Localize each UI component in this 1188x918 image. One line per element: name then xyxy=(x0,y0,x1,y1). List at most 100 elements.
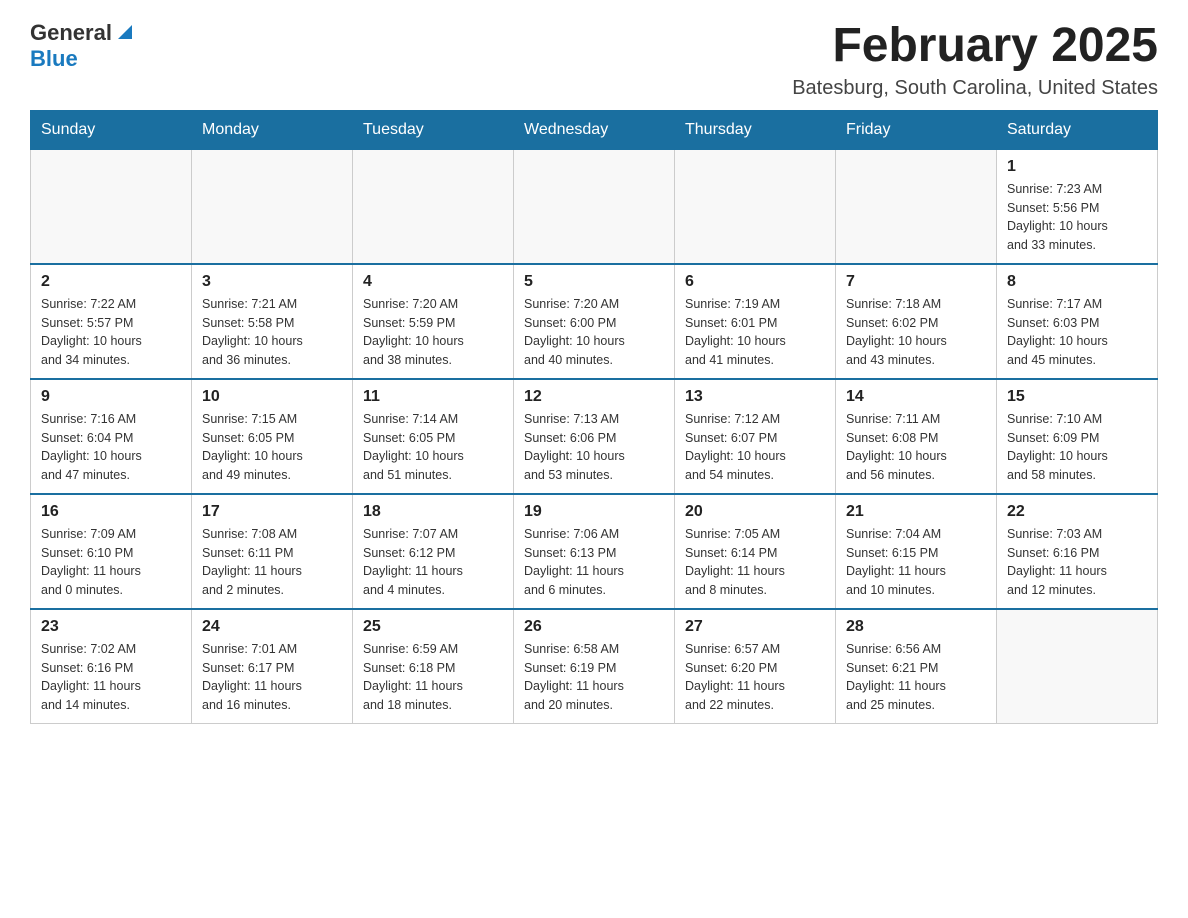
day-info: Sunrise: 7:22 AM Sunset: 5:57 PM Dayligh… xyxy=(41,295,181,370)
day-info: Sunrise: 6:58 AM Sunset: 6:19 PM Dayligh… xyxy=(524,640,664,715)
day-info: Sunrise: 7:09 AM Sunset: 6:10 PM Dayligh… xyxy=(41,525,181,600)
day-info: Sunrise: 7:07 AM Sunset: 6:12 PM Dayligh… xyxy=(363,525,503,600)
calendar-header-friday: Friday xyxy=(836,110,997,149)
day-info: Sunrise: 7:18 AM Sunset: 6:02 PM Dayligh… xyxy=(846,295,986,370)
day-info: Sunrise: 7:06 AM Sunset: 6:13 PM Dayligh… xyxy=(524,525,664,600)
day-number: 24 xyxy=(202,618,342,636)
calendar-header-sunday: Sunday xyxy=(31,110,192,149)
day-number: 4 xyxy=(363,273,503,291)
day-number: 27 xyxy=(685,618,825,636)
day-number: 25 xyxy=(363,618,503,636)
calendar-cell xyxy=(192,149,353,264)
calendar-header-tuesday: Tuesday xyxy=(353,110,514,149)
day-info: Sunrise: 7:23 AM Sunset: 5:56 PM Dayligh… xyxy=(1007,180,1147,255)
calendar-week-4: 16 Sunrise: 7:09 AM Sunset: 6:10 PM Dayli… xyxy=(31,494,1158,609)
day-number: 15 xyxy=(1007,388,1147,406)
day-number: 13 xyxy=(685,388,825,406)
calendar-cell xyxy=(836,149,997,264)
day-number: 28 xyxy=(846,618,986,636)
day-number: 18 xyxy=(363,503,503,521)
calendar-week-5: 23Sunrise: 7:02 AM Sunset: 6:16 PM Dayli… xyxy=(31,609,1158,724)
calendar-cell: 3Sunrise: 7:21 AM Sunset: 5:58 PM Daylig… xyxy=(192,264,353,379)
calendar-week-2: 2 Sunrise: 7:22 AM Sunset: 5:57 PM Daylig… xyxy=(31,264,1158,379)
day-info: Sunrise: 6:56 AM Sunset: 6:21 PM Dayligh… xyxy=(846,640,986,715)
calendar-cell xyxy=(675,149,836,264)
calendar-cell xyxy=(514,149,675,264)
calendar-cell xyxy=(997,609,1158,724)
day-info: Sunrise: 7:19 AM Sunset: 6:01 PM Dayligh… xyxy=(685,295,825,370)
day-info: Sunrise: 7:20 AM Sunset: 6:00 PM Dayligh… xyxy=(524,295,664,370)
day-number: 20 xyxy=(685,503,825,521)
day-info: Sunrise: 7:13 AM Sunset: 6:06 PM Dayligh… xyxy=(524,410,664,485)
day-info: Sunrise: 6:59 AM Sunset: 6:18 PM Dayligh… xyxy=(363,640,503,715)
calendar-cell: 19Sunrise: 7:06 AM Sunset: 6:13 PM Dayli… xyxy=(514,494,675,609)
calendar-header-monday: Monday xyxy=(192,110,353,149)
calendar-cell: 18 Sunrise: 7:07 AM Sunset: 6:12 PM Dayli… xyxy=(353,494,514,609)
calendar-cell: 15 Sunrise: 7:10 AM Sunset: 6:09 PM Dayli… xyxy=(997,379,1158,494)
calendar-cell: 16 Sunrise: 7:09 AM Sunset: 6:10 PM Dayli… xyxy=(31,494,192,609)
day-info: Sunrise: 7:15 AM Sunset: 6:05 PM Dayligh… xyxy=(202,410,342,485)
day-info: Sunrise: 7:14 AM Sunset: 6:05 PM Dayligh… xyxy=(363,410,503,485)
calendar-header-saturday: Saturday xyxy=(997,110,1158,149)
calendar-cell: 11 Sunrise: 7:14 AM Sunset: 6:05 PM Dayli… xyxy=(353,379,514,494)
day-info: Sunrise: 6:57 AM Sunset: 6:20 PM Dayligh… xyxy=(685,640,825,715)
day-info: Sunrise: 7:05 AM Sunset: 6:14 PM Dayligh… xyxy=(685,525,825,600)
calendar-header-thursday: Thursday xyxy=(675,110,836,149)
day-info: Sunrise: 7:01 AM Sunset: 6:17 PM Dayligh… xyxy=(202,640,342,715)
day-number: 9 xyxy=(41,388,181,406)
day-number: 3 xyxy=(202,273,342,291)
calendar-cell: 28 Sunrise: 6:56 AM Sunset: 6:21 PM Dayli… xyxy=(836,609,997,724)
calendar-cell: 5 Sunrise: 7:20 AM Sunset: 6:00 PM Daylig… xyxy=(514,264,675,379)
day-number: 1 xyxy=(1007,158,1147,176)
calendar-cell: 7 Sunrise: 7:18 AM Sunset: 6:02 PM Daylig… xyxy=(836,264,997,379)
day-number: 16 xyxy=(41,503,181,521)
calendar-cell: 21 Sunrise: 7:04 AM Sunset: 6:15 PM Dayli… xyxy=(836,494,997,609)
day-info: Sunrise: 7:03 AM Sunset: 6:16 PM Dayligh… xyxy=(1007,525,1147,600)
day-number: 2 xyxy=(41,273,181,291)
day-info: Sunrise: 7:12 AM Sunset: 6:07 PM Dayligh… xyxy=(685,410,825,485)
day-info: Sunrise: 7:11 AM Sunset: 6:08 PM Dayligh… xyxy=(846,410,986,485)
calendar-cell: 12 Sunrise: 7:13 AM Sunset: 6:06 PM Dayli… xyxy=(514,379,675,494)
calendar-header-row: SundayMondayTuesdayWednesdayThursdayFrid… xyxy=(31,110,1158,149)
day-info: Sunrise: 7:20 AM Sunset: 5:59 PM Dayligh… xyxy=(363,295,503,370)
calendar-cell: 6 Sunrise: 7:19 AM Sunset: 6:01 PM Daylig… xyxy=(675,264,836,379)
calendar-cell: 20 Sunrise: 7:05 AM Sunset: 6:14 PM Dayli… xyxy=(675,494,836,609)
day-info: Sunrise: 7:16 AM Sunset: 6:04 PM Dayligh… xyxy=(41,410,181,485)
calendar-cell: 23Sunrise: 7:02 AM Sunset: 6:16 PM Dayli… xyxy=(31,609,192,724)
title-section: February 2025 Batesburg, South Carolina,… xyxy=(792,20,1158,100)
calendar-cell: 25 Sunrise: 6:59 AM Sunset: 6:18 PM Dayli… xyxy=(353,609,514,724)
calendar-cell xyxy=(353,149,514,264)
day-number: 22 xyxy=(1007,503,1147,521)
calendar-cell: 9 Sunrise: 7:16 AM Sunset: 6:04 PM Daylig… xyxy=(31,379,192,494)
logo: General Blue xyxy=(30,20,136,72)
calendar-cell: 26 Sunrise: 6:58 AM Sunset: 6:19 PM Dayli… xyxy=(514,609,675,724)
day-info: Sunrise: 7:02 AM Sunset: 6:16 PM Dayligh… xyxy=(41,640,181,715)
calendar-cell: 8Sunrise: 7:17 AM Sunset: 6:03 PM Daylig… xyxy=(997,264,1158,379)
calendar-cell: 4 Sunrise: 7:20 AM Sunset: 5:59 PM Daylig… xyxy=(353,264,514,379)
day-number: 26 xyxy=(524,618,664,636)
calendar-header-wednesday: Wednesday xyxy=(514,110,675,149)
day-number: 7 xyxy=(846,273,986,291)
calendar-week-3: 9 Sunrise: 7:16 AM Sunset: 6:04 PM Daylig… xyxy=(31,379,1158,494)
day-number: 11 xyxy=(363,388,503,406)
day-info: Sunrise: 7:10 AM Sunset: 6:09 PM Dayligh… xyxy=(1007,410,1147,485)
day-number: 10 xyxy=(202,388,342,406)
calendar-cell xyxy=(31,149,192,264)
day-number: 5 xyxy=(524,273,664,291)
day-info: Sunrise: 7:04 AM Sunset: 6:15 PM Dayligh… xyxy=(846,525,986,600)
calendar-cell: 2 Sunrise: 7:22 AM Sunset: 5:57 PM Daylig… xyxy=(31,264,192,379)
calendar-cell: 13 Sunrise: 7:12 AM Sunset: 6:07 PM Dayli… xyxy=(675,379,836,494)
calendar-cell: 14Sunrise: 7:11 AM Sunset: 6:08 PM Dayli… xyxy=(836,379,997,494)
day-info: Sunrise: 7:17 AM Sunset: 6:03 PM Dayligh… xyxy=(1007,295,1147,370)
calendar-cell: 10 Sunrise: 7:15 AM Sunset: 6:05 PM Dayli… xyxy=(192,379,353,494)
logo-triangle-icon xyxy=(114,21,136,43)
calendar-cell: 24 Sunrise: 7:01 AM Sunset: 6:17 PM Dayli… xyxy=(192,609,353,724)
calendar-cell: 1 Sunrise: 7:23 AM Sunset: 5:56 PM Daylig… xyxy=(997,149,1158,264)
day-info: Sunrise: 7:08 AM Sunset: 6:11 PM Dayligh… xyxy=(202,525,342,600)
day-number: 6 xyxy=(685,273,825,291)
calendar-week-1: 1 Sunrise: 7:23 AM Sunset: 5:56 PM Daylig… xyxy=(31,149,1158,264)
calendar-title: February 2025 xyxy=(792,20,1158,73)
day-number: 12 xyxy=(524,388,664,406)
day-number: 21 xyxy=(846,503,986,521)
calendar-cell: 22 Sunrise: 7:03 AM Sunset: 6:16 PM Dayli… xyxy=(997,494,1158,609)
